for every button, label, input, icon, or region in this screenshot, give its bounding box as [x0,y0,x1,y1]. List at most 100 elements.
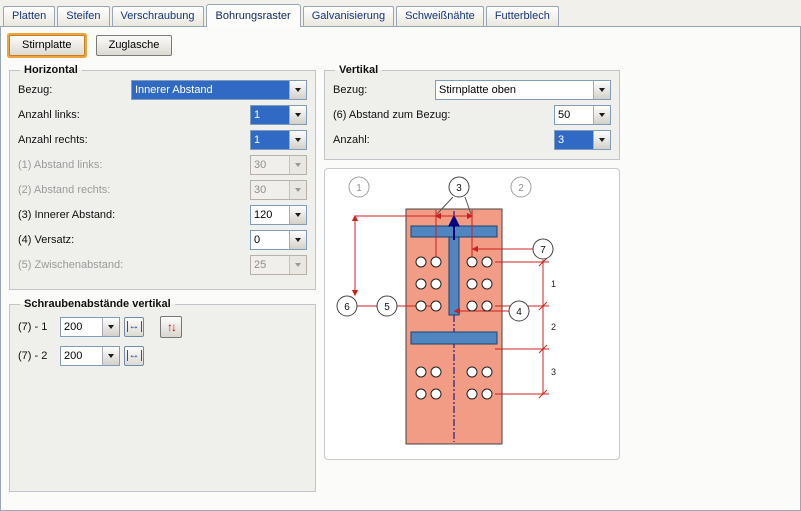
equal-spacing-icon: ↔ [127,321,142,332]
chevron-down-icon [289,181,306,199]
diagram-panel: 1 3 2 6 [324,168,620,460]
equal-spacing-button-2[interactable]: ↔ [124,346,144,366]
combo-abstand-rechts: 30 [250,180,307,200]
field-row-abstand-rechts: (2) Abstand rechts: 30 [18,177,307,202]
field-row-bezug-horizontal: Bezug: Innerer Abstand [18,77,307,102]
combo-anzahl-rechts[interactable]: 1 [250,130,307,150]
equal-spacing-icon: ↔ [127,350,142,361]
combo-value: 25 [251,256,289,274]
svg-text:5: 5 [384,302,390,313]
label-abstand-links: (1) Abstand links: [18,159,102,171]
chevron-down-icon [289,81,306,99]
label-anzahl-links: Anzahl links: [18,109,80,121]
combo-abstand-zum-bezug[interactable]: 50 [554,105,611,125]
field-row-abstand-links: (1) Abstand links: 30 [18,152,307,177]
label-7-2: (7) - 2 [18,350,56,362]
field-row-7-2: (7) - 2 200 ↔ [18,342,307,369]
tab-schweissnaehte[interactable]: Schweißnähte [396,6,484,26]
label-innerer-abstand: (3) Innerer Abstand: [18,209,115,221]
tab-verschraubung[interactable]: Verschraubung [112,6,204,26]
label-zwischenabstand: (5) Zwischenabstand: [18,259,123,271]
combo-value: 200 [61,318,102,336]
subtab-row: Stirnplatte Zuglasche [1,27,800,62]
group-vertikal-title: Vertikal [335,64,382,76]
svg-text:2: 2 [518,183,524,194]
tab-bohrungsraster[interactable]: Bohrungsraster [206,4,301,27]
combo-7-2[interactable]: 200 [60,346,120,366]
label-versatz: (4) Versatz: [18,234,74,246]
combo-value: 200 [61,347,102,365]
tab-galvanisierung[interactable]: Galvanisierung [303,6,394,26]
tab-page-bohrungsraster: Stirnplatte Zuglasche Horizontal Bezug: … [0,26,801,511]
combo-innerer-abstand[interactable]: 120 [250,205,307,225]
balloon-col-left: 1 [349,177,369,197]
svg-text:4: 4 [516,307,522,318]
balloon-5: 5 [377,296,397,316]
svg-text:6: 6 [344,302,350,313]
spacing-labels: 1 2 3 [551,279,556,377]
combo-value: 30 [251,181,289,199]
field-row-abstand-zum-bezug: (6) Abstand zum Bezug: 50 [333,102,611,127]
bolt-pattern-diagram: 1 3 2 6 [327,172,617,456]
field-row-versatz: (4) Versatz: 0 [18,227,307,252]
combo-value: 50 [555,106,593,124]
combo-anzahl-links[interactable]: 1 [250,105,307,125]
svg-text:7: 7 [540,245,546,256]
chevron-down-icon [593,81,610,99]
field-row-7-1: (7) - 1 200 ↔ ↑↓ [18,313,307,340]
combo-7-1[interactable]: 200 [60,317,120,337]
combo-value: Innerer Abstand [132,81,289,99]
tab-platten[interactable]: Platten [3,6,55,26]
svg-text:3: 3 [551,367,556,377]
combo-bezug-vertikal[interactable]: Stirnplatte oben [435,80,611,100]
combo-value: Stirnplatte oben [436,81,593,99]
field-row-innerer-abstand: (3) Innerer Abstand: 120 [18,202,307,227]
label-7-1: (7) - 1 [18,321,56,333]
field-row-anzahl-vertikal: Anzahl: 3 [333,127,611,152]
swap-vertical-icon: ↑↓ [167,320,175,334]
chevron-down-icon [289,206,306,224]
right-column: Vertikal Bezug: Stirnplatte oben (6) Abs… [324,64,620,460]
svg-text:3: 3 [456,183,462,194]
combo-anzahl-vertikal[interactable]: 3 [554,130,611,150]
balloon-6: 6 [337,296,357,316]
chevron-down-icon [289,131,306,149]
tab-steifen[interactable]: Steifen [57,6,109,26]
svg-text:1: 1 [356,183,362,194]
left-column: Horizontal Bezug: Innerer Abstand Anzahl… [9,64,316,500]
chevron-down-icon [289,106,306,124]
combo-value: 1 [251,131,289,149]
combo-versatz[interactable]: 0 [250,230,307,250]
subtab-stirnplatte[interactable]: Stirnplatte [9,35,85,56]
balloon-7: 7 [533,239,553,259]
balloon-4: 4 [509,301,529,321]
field-row-zwischenabstand: (5) Zwischenabstand: 25 [18,252,307,277]
balloon-col-center: 3 [449,177,469,197]
combo-abstand-links: 30 [250,155,307,175]
label-bezug: Bezug: [18,84,52,96]
group-schraubenabstaende-title: Schraubenabstände vertikal [20,298,175,310]
tab-futterblech[interactable]: Futterblech [486,6,559,26]
combo-value: 3 [555,131,593,149]
application-window: Platten Steifen Verschraubung Bohrungsra… [0,0,801,511]
field-row-anzahl-links: Anzahl links: 1 [18,102,307,127]
combo-value: 1 [251,106,289,124]
combo-zwischenabstand: 25 [250,255,307,275]
content-columns: Horizontal Bezug: Innerer Abstand Anzahl… [1,62,800,500]
svg-text:1: 1 [551,279,556,289]
combo-bezug-horizontal[interactable]: Innerer Abstand [131,80,307,100]
balloon-col-right: 2 [511,177,531,197]
label-abstand-rechts: (2) Abstand rechts: [18,184,110,196]
svg-text:2: 2 [551,322,556,332]
group-vertikal: Vertikal Bezug: Stirnplatte oben (6) Abs… [324,64,620,160]
equal-spacing-button-1[interactable]: ↔ [124,317,144,337]
chevron-down-icon [102,318,119,336]
combo-value: 120 [251,206,289,224]
field-row-anzahl-rechts: Anzahl rechts: 1 [18,127,307,152]
field-row-bezug-vertikal: Bezug: Stirnplatte oben [333,77,611,102]
label-anzahl-rechts: Anzahl rechts: [18,134,88,146]
label-abstand-zum-bezug: (6) Abstand zum Bezug: [333,109,450,121]
swap-vertical-button[interactable]: ↑↓ [160,316,182,338]
subtab-zuglasche[interactable]: Zuglasche [96,35,173,56]
chevron-down-icon [102,347,119,365]
